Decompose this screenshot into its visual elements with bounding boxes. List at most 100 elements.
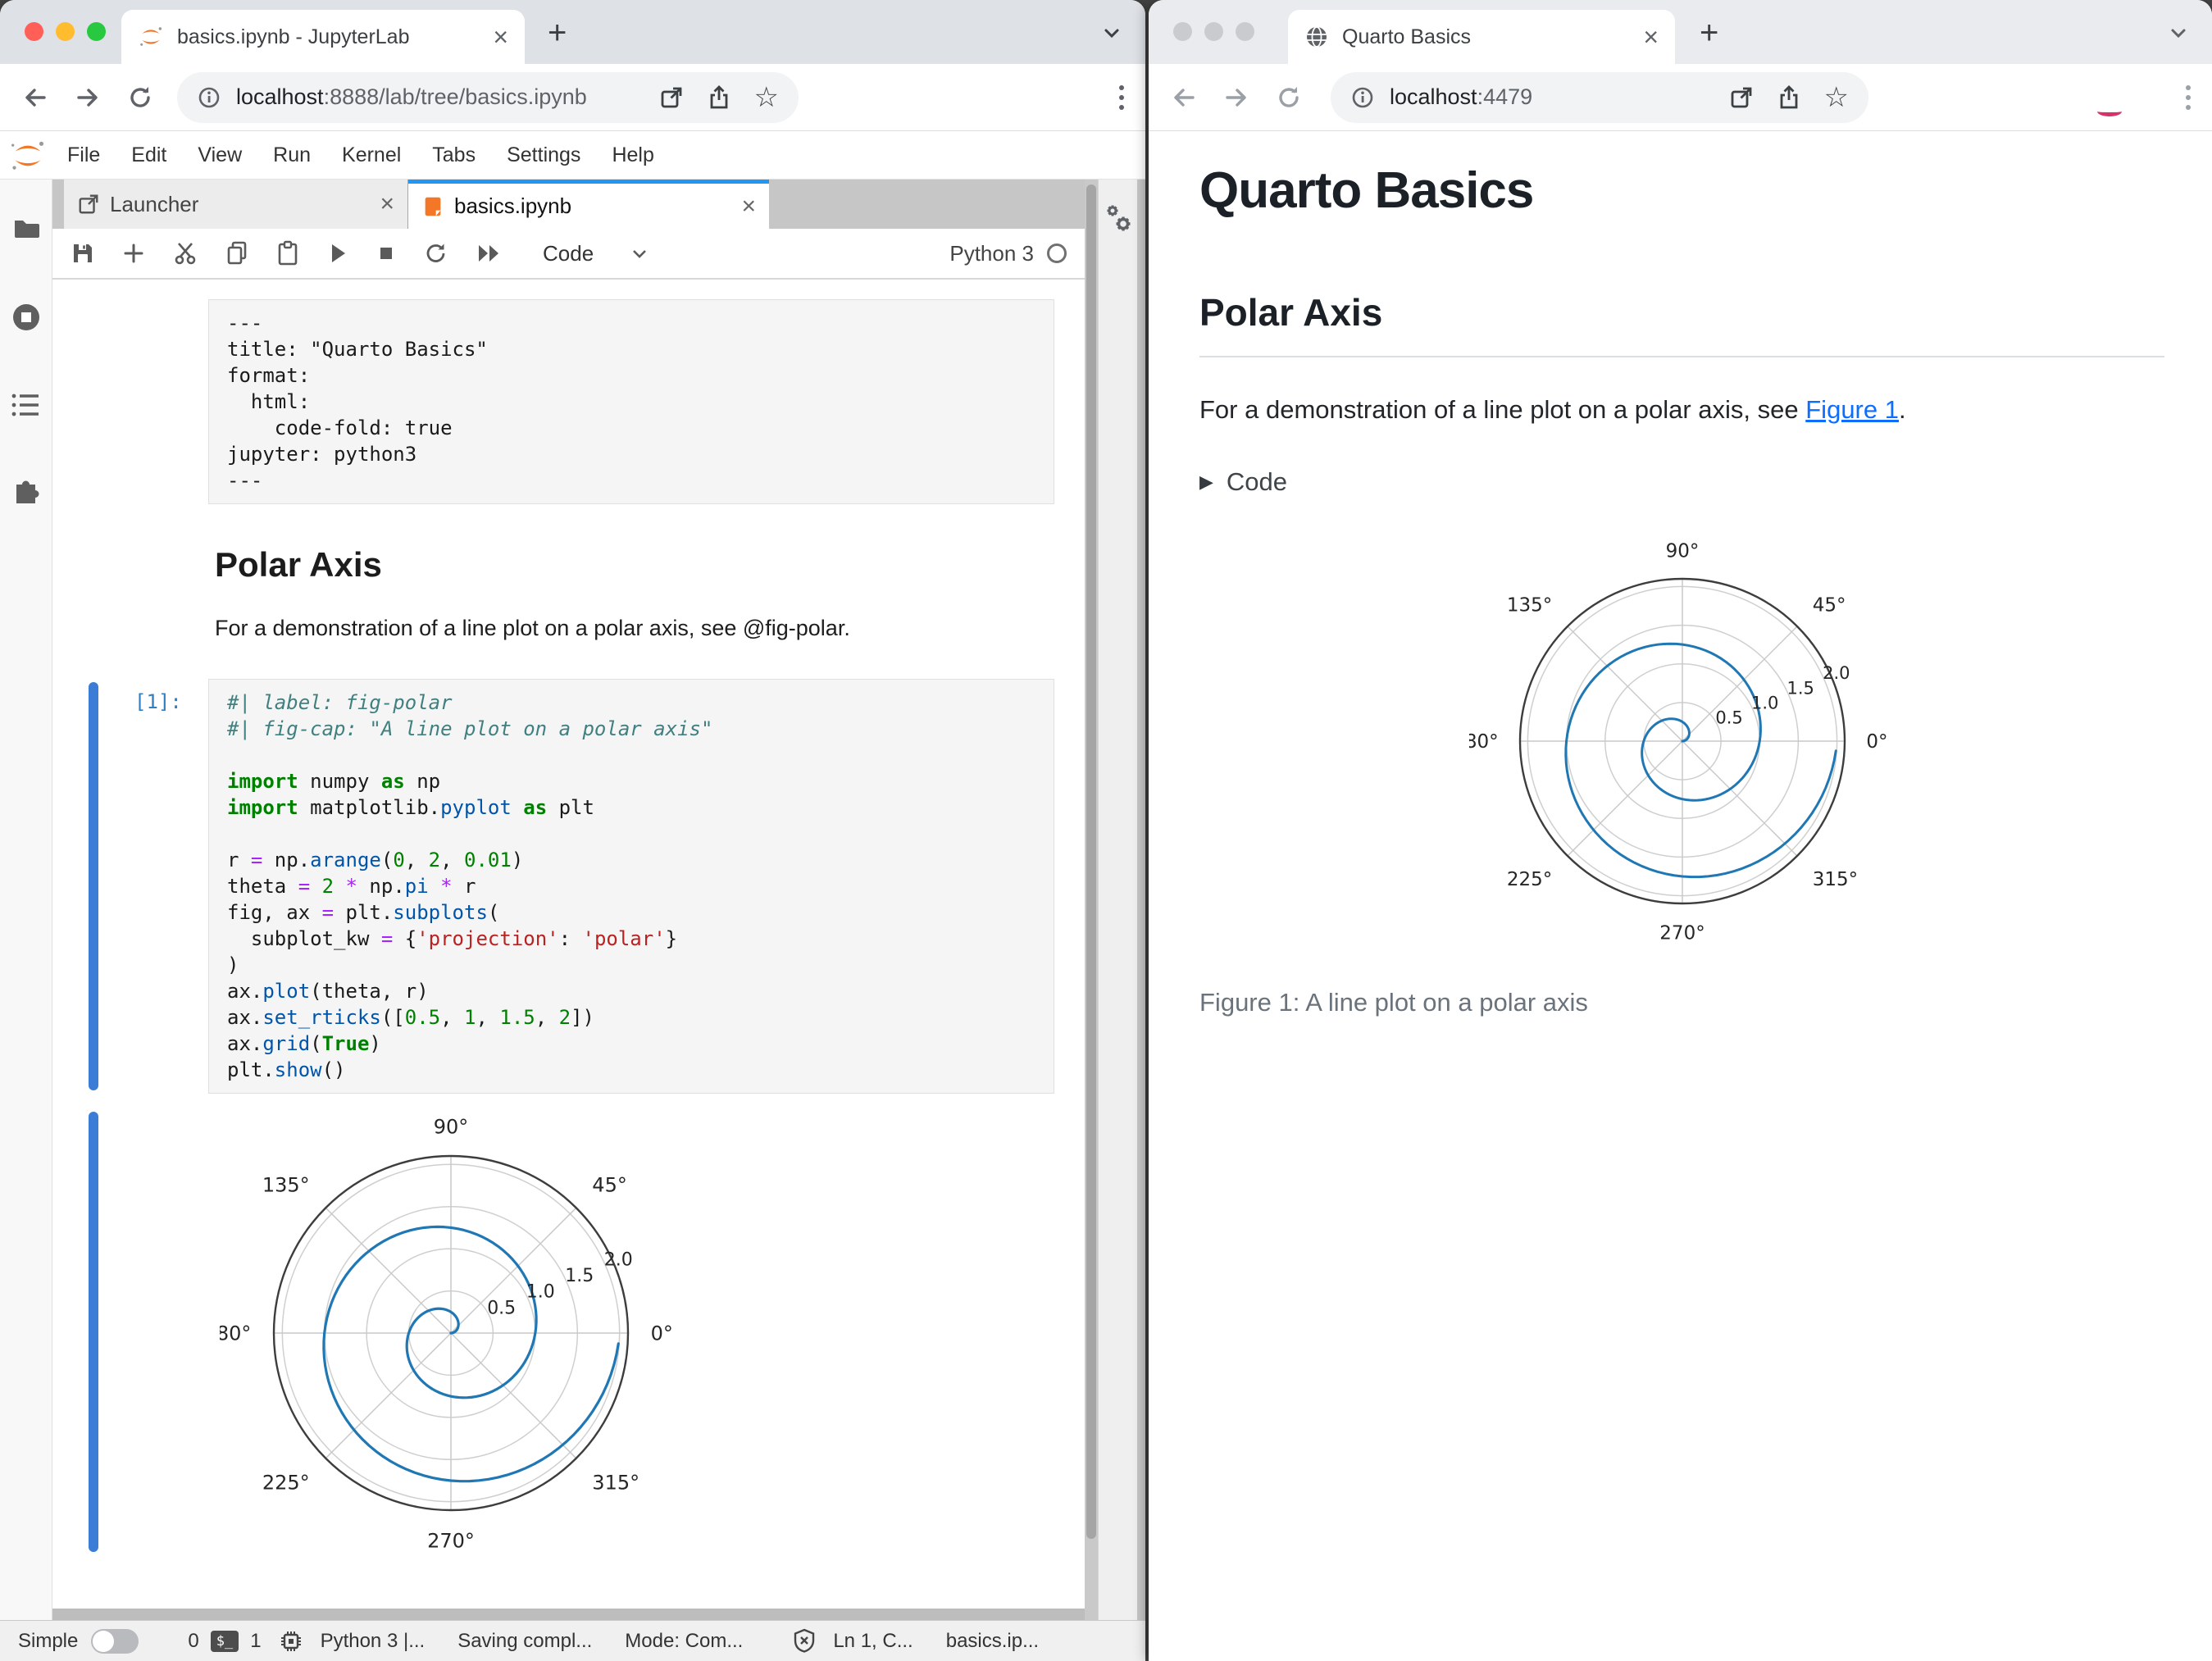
- restart-icon[interactable]: [423, 240, 449, 266]
- reload-icon[interactable]: [126, 84, 154, 111]
- more-vertical-icon[interactable]: [2186, 84, 2191, 110]
- browser-tab-quarto[interactable]: Quarto Basics ×: [1288, 10, 1675, 64]
- menu-kernel[interactable]: Kernel: [342, 143, 401, 167]
- copy-icon[interactable]: [225, 240, 249, 266]
- forward-icon[interactable]: [74, 84, 102, 111]
- menu-file[interactable]: File: [67, 143, 100, 167]
- back-icon[interactable]: [21, 84, 49, 111]
- svg-text:180°: 180°: [1469, 731, 1499, 753]
- url-text: localhost:4479: [1390, 84, 1533, 109]
- menu-tabs[interactable]: Tabs: [432, 143, 476, 167]
- launcher-icon: [77, 193, 100, 216]
- stop-icon[interactable]: [375, 243, 397, 264]
- panel-bottom-strip: [52, 1609, 1085, 1620]
- raw-yaml-cell[interactable]: --- title: "Quarto Basics" format: html: c…: [52, 299, 1085, 504]
- output-collapser[interactable]: [89, 1112, 98, 1552]
- kernel-status-icon[interactable]: [1047, 243, 1067, 263]
- kernel-status-text[interactable]: Python 3 |...: [321, 1630, 426, 1653]
- address-bar[interactable]: localhost:8888/lab/tree/basics.ipynb ☆: [177, 71, 799, 123]
- info-icon[interactable]: [1350, 85, 1375, 110]
- svg-text:0°: 0°: [1866, 731, 1887, 753]
- traffic-lights[interactable]: [1173, 22, 1254, 41]
- code-cell-editor[interactable]: #| label: fig-polar #| fig-cap: "A line p…: [208, 679, 1054, 1094]
- window-scrollbar-track[interactable]: [1137, 180, 1145, 1620]
- browser-tab-jupyterlab[interactable]: basics.ipynb - JupyterLab ×: [121, 10, 525, 64]
- simple-mode-toggle[interactable]: [91, 1628, 139, 1654]
- jupyter-favicon-icon: [138, 24, 164, 50]
- svg-text:1.0: 1.0: [1750, 693, 1777, 712]
- cut-icon[interactable]: [172, 240, 198, 266]
- reload-icon[interactable]: [1275, 84, 1303, 111]
- close-icon[interactable]: ×: [380, 190, 394, 218]
- back-icon[interactable]: [1170, 84, 1198, 111]
- svg-text:1.5: 1.5: [1786, 678, 1814, 698]
- tab-launcher[interactable]: Launcher ×: [64, 180, 408, 229]
- fast-forward-icon[interactable]: [476, 242, 503, 265]
- cursor-position[interactable]: Ln 1, C...: [833, 1630, 913, 1653]
- zoom-window-button[interactable]: [1236, 22, 1254, 41]
- menu-run[interactable]: Run: [273, 143, 311, 167]
- tab-title: Quarto Basics: [1342, 25, 1472, 48]
- minimize-window-button[interactable]: [56, 22, 75, 41]
- code-line: subplot_kw = {'projection': 'polar'}: [227, 927, 678, 950]
- share-icon[interactable]: [707, 84, 731, 110]
- chevron-down-icon[interactable]: [2166, 21, 2191, 46]
- new-tab-button[interactable]: +: [548, 15, 567, 52]
- chevron-down-icon[interactable]: [1099, 21, 1124, 46]
- code-disclosure[interactable]: ▶ Code: [1199, 467, 2164, 497]
- list-icon[interactable]: [11, 391, 42, 419]
- browser-tabstrip: Quarto Basics × +: [1149, 0, 2212, 64]
- open-in-new-icon[interactable]: [1729, 85, 1754, 110]
- figure-link[interactable]: Figure 1: [1805, 395, 1899, 424]
- menu-settings[interactable]: Settings: [507, 143, 580, 167]
- yaml-cell-editor[interactable]: --- title: "Quarto Basics" format: html: c…: [208, 299, 1054, 504]
- code-line: plt.show(): [227, 1058, 346, 1081]
- execution-count: [1]:: [134, 690, 182, 713]
- close-icon[interactable]: ×: [741, 193, 756, 221]
- puzzle-icon[interactable]: [11, 476, 42, 507]
- share-icon[interactable]: [1777, 84, 1801, 110]
- yaml-line: ---: [227, 469, 263, 492]
- menu-help[interactable]: Help: [612, 143, 653, 167]
- jupyter-logo-icon: [10, 138, 46, 174]
- folder-icon[interactable]: [11, 214, 41, 243]
- info-icon[interactable]: [197, 85, 221, 110]
- menu-edit[interactable]: Edit: [131, 143, 166, 167]
- bookmark-star-icon[interactable]: ☆: [754, 84, 779, 111]
- menu-view[interactable]: View: [198, 143, 242, 167]
- open-in-new-icon[interactable]: [659, 85, 684, 110]
- stop-circle-icon[interactable]: [10, 301, 43, 334]
- zoom-window-button[interactable]: [87, 22, 106, 41]
- run-icon[interactable]: [326, 241, 349, 266]
- gears-icon[interactable]: [1102, 203, 1135, 1620]
- tab-basics-ipynb[interactable]: basics.ipynb ×: [408, 180, 769, 229]
- notebook-heading: Polar Axis: [215, 545, 382, 584]
- add-cell-icon[interactable]: [121, 241, 146, 266]
- save-icon[interactable]: [71, 241, 95, 266]
- profile-avatar[interactable]: [2097, 107, 2122, 116]
- cell-output-area: 0° 45° 90° 135° 180° 225° 270° 315° 0.5 1.0 1.5 2.0: [52, 1107, 1085, 1563]
- chevron-down-icon[interactable]: [630, 243, 649, 263]
- kernel-name[interactable]: Python 3: [949, 241, 1034, 266]
- cell-collapser[interactable]: [89, 682, 98, 1090]
- paste-icon[interactable]: [275, 240, 300, 266]
- code-line: ax.plot(theta, r): [227, 980, 429, 1003]
- scrollbar-thumb[interactable]: [1086, 184, 1096, 1539]
- markdown-cell[interactable]: Polar Axis For a demonstration of a line…: [215, 545, 1085, 641]
- notebook-scrollbar[interactable]: [1085, 180, 1098, 1620]
- close-window-button[interactable]: [1173, 22, 1192, 41]
- traffic-lights[interactable]: [25, 22, 106, 41]
- shield-x-icon[interactable]: [792, 1628, 817, 1654]
- tab-close-icon[interactable]: ×: [1643, 24, 1659, 50]
- more-vertical-icon[interactable]: [1119, 84, 1124, 110]
- new-tab-button[interactable]: +: [1700, 15, 1718, 52]
- cell-type-dropdown[interactable]: Code: [543, 241, 594, 266]
- minimize-window-button[interactable]: [1204, 22, 1223, 41]
- notebook-content: --- title: "Quarto Basics" format: html: c…: [52, 280, 1085, 1609]
- forward-icon[interactable]: [1222, 84, 1250, 111]
- bookmark-star-icon[interactable]: ☆: [1824, 84, 1849, 111]
- tab-close-icon[interactable]: ×: [493, 24, 508, 50]
- close-window-button[interactable]: [25, 22, 43, 41]
- address-bar[interactable]: localhost:4479 ☆: [1331, 71, 1868, 123]
- code-cell[interactable]: [1]: #| label: fig-polar #| fig-cap: "A l…: [52, 679, 1085, 1094]
